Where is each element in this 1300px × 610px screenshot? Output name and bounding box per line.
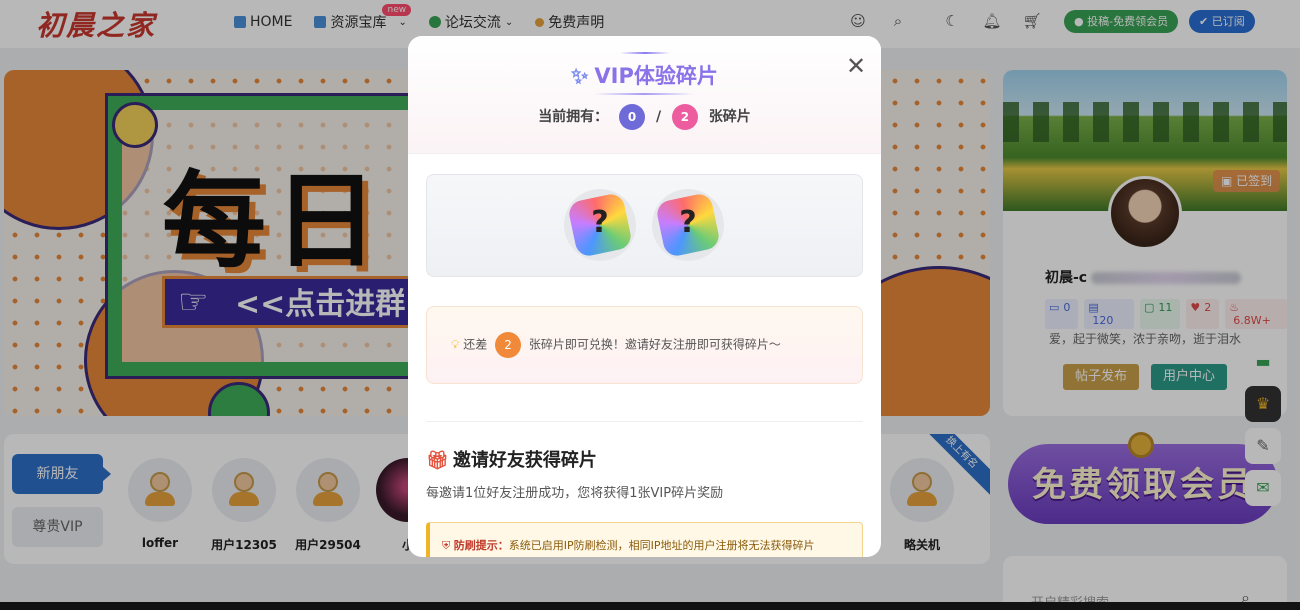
title-decor-line (594, 93, 694, 95)
title-decor-line (620, 52, 670, 54)
close-icon[interactable]: ✕ (846, 54, 866, 78)
divider (426, 421, 863, 422)
lightbulb-icon: 💡︎ (451, 337, 460, 352)
invite-description: 每邀请1位好友注册成功，您将获得1张VIP碎片奖励 (426, 486, 724, 501)
exchange-hint: 💡︎ 还差 2 张碎片即可兑换！邀请好友注册即可获得碎片～ (426, 306, 863, 384)
fragment-slot: ? (652, 189, 724, 261)
vip-fragment-modal: ✨︎ VIP体验碎片 当前拥有： 0 / 2 张碎片 ✕ ? ? 💡︎ 还差 2 … (408, 36, 881, 557)
sparkle-icon: ✨︎ (571, 64, 589, 88)
anti-fraud-notice: ⛨ 防刷提示：系统已启用IP防刷检测，相同IP地址的用户注册将无法获得碎片 (426, 522, 863, 557)
hint-text: 💡︎ 还差 2 张碎片即可兑换！邀请好友注册即可获得碎片～ (451, 332, 781, 358)
needed-count-badge: 2 (495, 332, 522, 358)
modal-title: ✨︎ VIP体验碎片 (571, 64, 718, 88)
modal-header: ✨︎ VIP体验碎片 当前拥有： 0 / 2 张碎片 ✕ (408, 36, 881, 154)
fragment-slot: ? (564, 189, 636, 261)
fragment-count: 当前拥有： 0 / 2 张碎片 (408, 104, 881, 130)
total-count-badge: 2 (671, 104, 698, 130)
current-count-badge: 0 (619, 104, 646, 130)
notice-text: ⛨ 防刷提示：系统已启用IP防刷检测，相同IP地址的用户注册将无法获得碎片 (442, 539, 815, 552)
gift-icon: 🎁︎ (426, 450, 449, 471)
invite-section-title: 🎁︎ 邀请好友获得碎片 (426, 450, 597, 471)
shield-icon: ⛨ (442, 539, 451, 552)
fragment-slots: ? ? (426, 174, 863, 277)
